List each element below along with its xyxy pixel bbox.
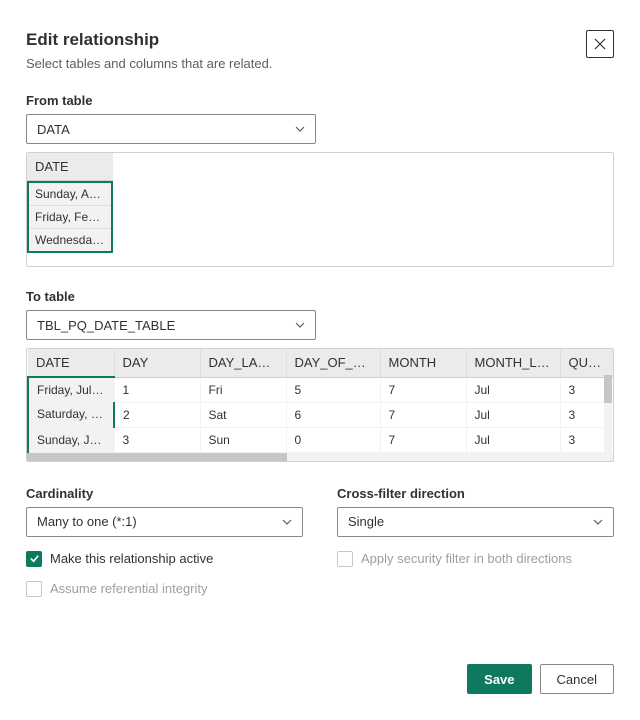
- chevron-down-icon: [282, 517, 292, 527]
- from-table-label: From table: [26, 93, 614, 108]
- column-header[interactable]: QUARTER: [560, 349, 614, 377]
- from-selected-column[interactable]: Sunday, Augu... Friday, Februa... Wednes…: [27, 181, 113, 253]
- horizontal-scrollbar[interactable]: [27, 453, 613, 461]
- crossfilter-label: Cross-filter direction: [337, 486, 614, 501]
- dialog-subtitle: Select tables and columns that are relat…: [26, 56, 272, 71]
- table-row: Friday, Februa...: [29, 206, 111, 229]
- cardinality-select[interactable]: Many to one (*:1): [26, 507, 303, 537]
- crossfilter-select[interactable]: Single: [337, 507, 614, 537]
- from-table-select[interactable]: DATA: [26, 114, 316, 144]
- column-header[interactable]: DAY_LABEL: [200, 349, 286, 377]
- referential-checkbox: [26, 581, 42, 597]
- cardinality-label: Cardinality: [26, 486, 303, 501]
- column-header[interactable]: DAY_OF_WEEK: [286, 349, 380, 377]
- referential-checkbox-label: Assume referential integrity: [50, 581, 208, 596]
- active-checkbox-label: Make this relationship active: [50, 551, 213, 566]
- cancel-button[interactable]: Cancel: [540, 664, 614, 694]
- from-table-preview: DATE Sunday, Augu... Friday, Februa... W…: [26, 152, 614, 267]
- chevron-down-icon: [295, 124, 305, 134]
- chevron-down-icon: [295, 320, 305, 330]
- column-header[interactable]: DAY: [114, 349, 200, 377]
- table-row: Friday, July 01... 1Fri57Jul3: [28, 377, 614, 402]
- chevron-down-icon: [593, 517, 603, 527]
- crossfilter-value: Single: [348, 514, 384, 529]
- check-icon: [29, 553, 40, 564]
- table-row: Sunday, July 0... 3Sun07Jul3: [28, 427, 614, 452]
- to-table-value: TBL_PQ_DATE_TABLE: [37, 318, 175, 333]
- to-table-preview: DATE DAY DAY_LABEL DAY_OF_WEEK MONTH MON…: [26, 348, 614, 462]
- cardinality-value: Many to one (*:1): [37, 514, 137, 529]
- column-header[interactable]: MONTH_LABEL: [466, 349, 560, 377]
- security-checkbox: [337, 551, 353, 567]
- dialog-title: Edit relationship: [26, 30, 272, 50]
- column-header[interactable]: DATE: [28, 349, 114, 377]
- from-table-value: DATA: [37, 122, 70, 137]
- vertical-scrollbar[interactable]: [604, 375, 612, 453]
- active-checkbox[interactable]: [26, 551, 42, 567]
- to-table-select[interactable]: TBL_PQ_DATE_TABLE: [26, 310, 316, 340]
- table-row: Saturday, July... 2Sat67Jul3: [28, 402, 614, 427]
- table-row: Wednesday, A...: [29, 229, 111, 251]
- to-table-label: To table: [26, 289, 614, 304]
- table-row: Sunday, Augu...: [29, 183, 111, 206]
- close-button[interactable]: [586, 30, 614, 58]
- column-header[interactable]: MONTH: [380, 349, 466, 377]
- security-checkbox-label: Apply security filter in both directions: [361, 551, 572, 566]
- save-button[interactable]: Save: [467, 664, 531, 694]
- from-column-header[interactable]: DATE: [27, 153, 113, 181]
- close-icon: [594, 38, 606, 50]
